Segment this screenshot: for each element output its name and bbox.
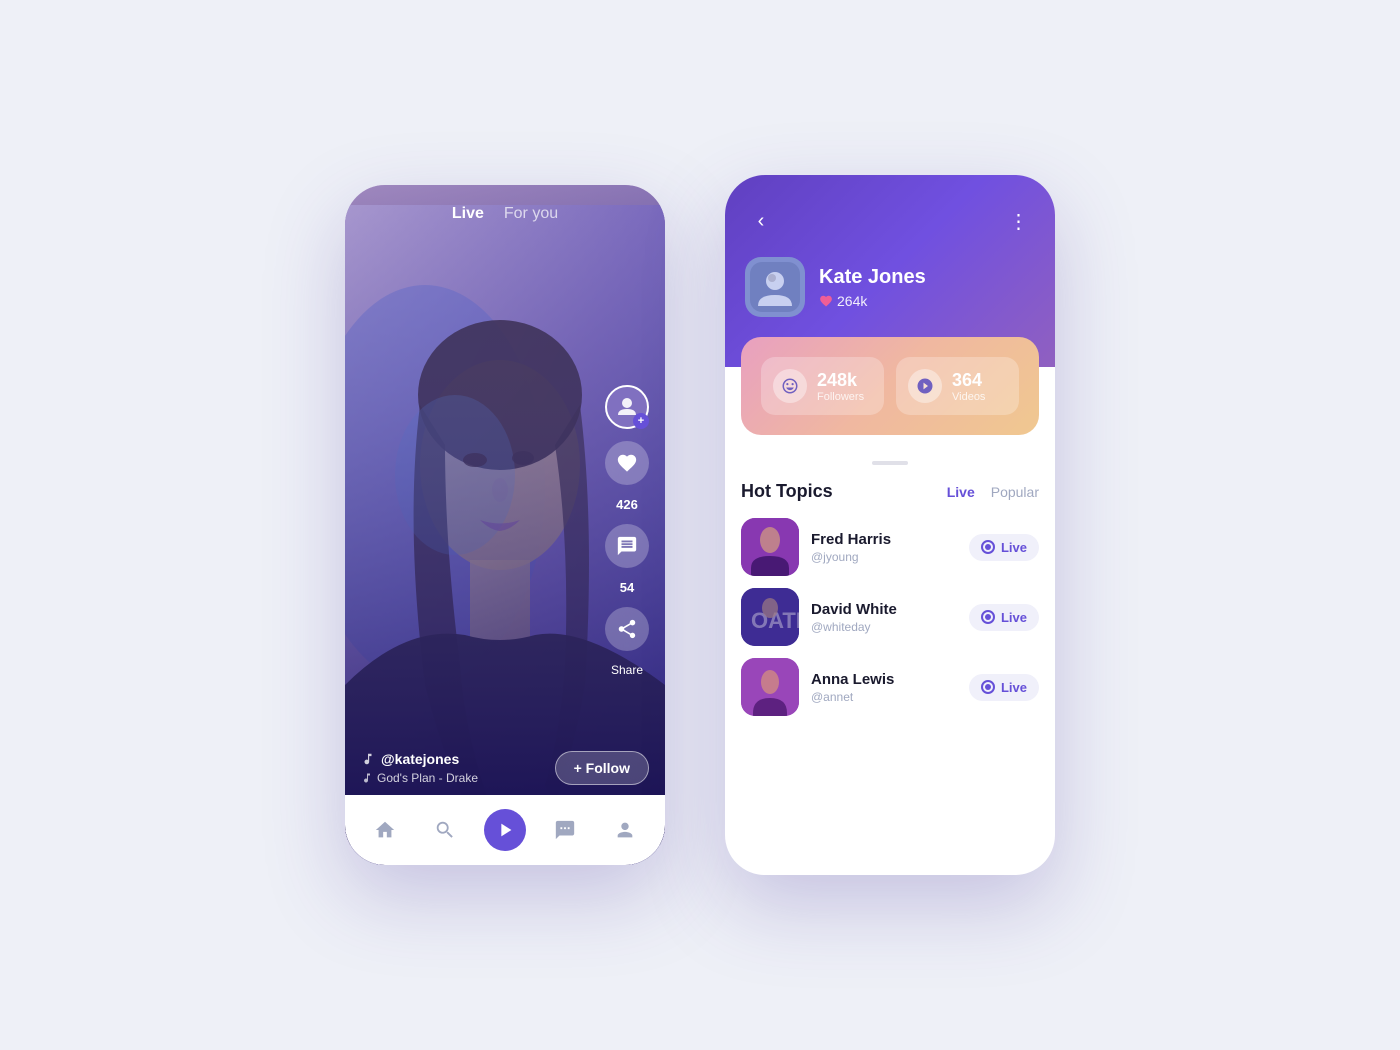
action-buttons: + 426 54 Share [605,385,649,677]
profile-info: Kate Jones 264k [819,266,926,309]
fred-harris-thumb [741,518,799,576]
heart-likes-icon [819,294,833,308]
for-you-tab[interactable]: For you [504,205,558,223]
chat-icon [554,819,576,841]
hot-topics-title: Hot Topics [741,481,833,502]
anna-lewis-thumb [741,658,799,716]
note-icon [361,772,373,784]
share-label: Share [611,663,643,677]
user-music-info: @katejones God's Plan - Drake [361,751,478,785]
smiley-icon [781,377,799,395]
live-badge-1: Live [969,534,1039,561]
chat-nav-icon[interactable] [544,809,586,851]
live-dot-1 [981,540,995,554]
topic-info-1: Fred Harris @jyoung [811,531,957,564]
topic-item[interactable]: Fred Harris @jyoung Live [741,518,1039,576]
profile-row: Kate Jones 264k [745,257,1035,317]
live-tab[interactable]: Live [452,205,484,223]
topic-item[interactable]: Anna Lewis @annet Live [741,658,1039,716]
heart-icon [616,452,638,474]
videos-count: 364 [952,370,985,391]
topic-thumbnail-3 [741,658,799,716]
stats-card: 248k Followers 364 Videos [741,337,1039,435]
comment-button[interactable] [605,524,649,568]
person-icon [614,819,636,841]
topic-info-3: Anna Lewis @annet [811,671,957,704]
search-icon [434,819,456,841]
profile-nav-icon[interactable] [604,809,646,851]
topic-name-2: David White [811,601,957,618]
followers-count: 248k [817,370,864,391]
topic-list: Fred Harris @jyoung Live OATH [741,518,1039,716]
topic-name-1: Fred Harris [811,531,957,548]
follow-button[interactable]: + Follow [555,751,649,785]
live-tab[interactable]: Live [947,484,975,500]
comment-icon [616,535,638,557]
header-top-bar: ‹ ⋮ [745,205,1035,237]
followers-label: Followers [817,391,864,403]
right-phone: ‹ ⋮ Kate Jones 264k [725,175,1055,875]
share-icon [616,618,638,640]
hot-topics-header: Hot Topics Live Popular [741,481,1039,502]
live-badge-2: Live [969,604,1039,631]
followers-stat: 248k Followers [761,357,884,415]
topic-thumbnail-2: OATH [741,588,799,646]
david-white-thumb: OATH [741,588,799,646]
home-nav-icon[interactable] [364,809,406,851]
add-friend-avatar[interactable]: + [605,385,649,429]
live-dot-2 [981,610,995,624]
back-button[interactable]: ‹ [745,205,777,237]
popular-tab[interactable]: Popular [991,484,1039,500]
song-label: God's Plan - Drake [361,771,478,785]
music-icon [361,752,375,766]
play-nav-icon[interactable] [484,809,526,851]
panel-handle [872,461,908,465]
username-label: @katejones [361,751,478,767]
bottom-panel: Hot Topics Live Popular Fred Harr [725,445,1055,732]
profile-name: Kate Jones [819,266,926,289]
add-badge: + [633,413,649,429]
topic-info-2: David White @whiteday [811,601,957,634]
bottom-navigation [345,795,665,865]
profile-likes: 264k [819,293,926,309]
play-circle-icon [916,377,934,395]
followers-stat-text: 248k Followers [817,370,864,403]
videos-stat: 364 Videos [896,357,1019,415]
topic-handle-2: @whiteday [811,620,957,634]
followers-icon [773,369,807,403]
like-count: 426 [616,497,638,512]
comment-count: 54 [620,580,634,595]
search-nav-icon[interactable] [424,809,466,851]
avatar-image [750,262,800,312]
more-options-button[interactable]: ⋮ [1003,205,1035,237]
topic-tabs: Live Popular [947,484,1039,500]
left-phone: Live For you + 426 54 Sh [345,185,665,865]
topic-handle-1: @jyoung [811,550,957,564]
live-dot-3 [981,680,995,694]
topic-thumbnail-1 [741,518,799,576]
profile-avatar [745,257,805,317]
videos-stat-text: 364 Videos [952,370,985,403]
share-button[interactable] [605,607,649,651]
topic-item[interactable]: OATH David White @whiteday Live [741,588,1039,646]
topic-name-3: Anna Lewis [811,671,957,688]
top-navigation: Live For you [345,205,665,223]
play-icon [494,819,516,841]
home-icon [374,819,396,841]
like-button[interactable] [605,441,649,485]
videos-label: Videos [952,391,985,403]
topic-handle-3: @annet [811,690,957,704]
bottom-info: @katejones God's Plan - Drake + Follow [361,751,649,785]
videos-icon [908,369,942,403]
live-badge-3: Live [969,674,1039,701]
